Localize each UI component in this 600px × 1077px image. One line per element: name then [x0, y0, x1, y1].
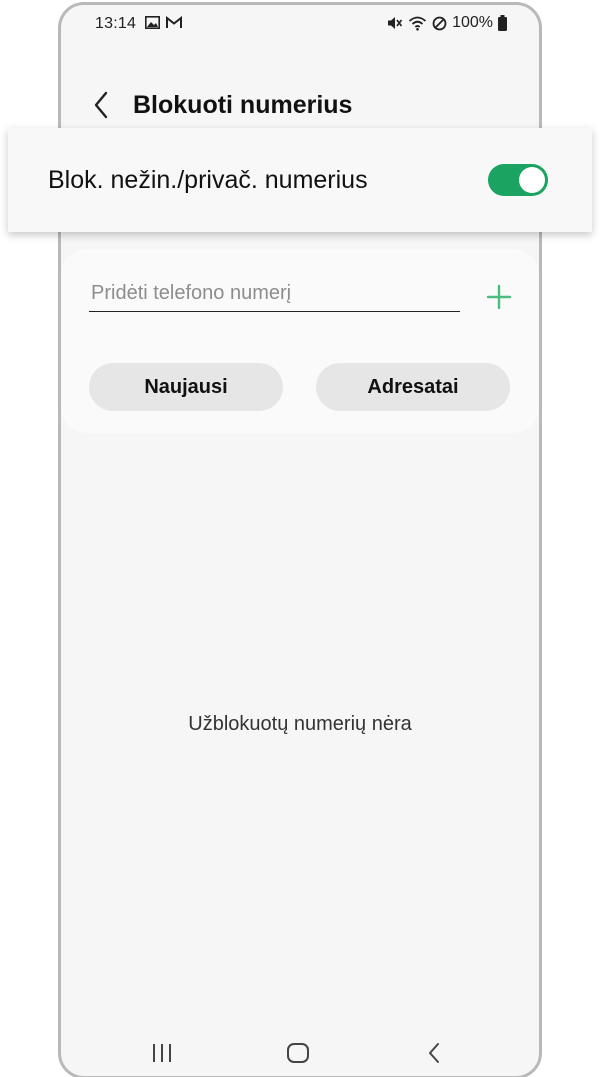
navigation-bar — [61, 1033, 539, 1073]
toggle-knob — [519, 167, 545, 193]
status-bar: 13:14 100% — [61, 5, 539, 45]
status-notification-icons — [145, 16, 182, 29]
plus-icon — [486, 284, 512, 310]
block-unknown-label: Blok. nežin./privač. numerius — [48, 166, 368, 194]
battery-icon — [498, 15, 507, 31]
recents-icon — [153, 1044, 171, 1062]
block-unknown-numbers-card: Blok. nežin./privač. numerius — [8, 128, 592, 232]
status-time: 13:14 — [95, 15, 137, 32]
wifi-icon — [408, 16, 427, 31]
back-icon — [429, 1043, 439, 1063]
status-system-icons: 100% — [386, 14, 507, 32]
home-icon — [287, 1043, 309, 1063]
nav-recents-button[interactable] — [147, 1039, 177, 1067]
contacts-button[interactable]: Adresatai — [316, 363, 510, 411]
gmail-icon — [166, 16, 182, 28]
no-disturb-icon — [432, 16, 447, 30]
phone-number-input[interactable] — [89, 275, 460, 312]
battery-percentage: 100% — [452, 14, 493, 31]
app-header: Blokuoti numerius — [61, 75, 539, 135]
page-title: Blokuoti numerius — [133, 91, 353, 119]
block-unknown-toggle[interactable] — [488, 164, 548, 196]
add-number-button[interactable] — [485, 283, 513, 311]
screenshot-canvas: 13:14 100% Blokuoti numerius Pridėti tel… — [0, 0, 600, 1077]
mute-icon — [388, 17, 403, 29]
nav-home-button[interactable] — [283, 1039, 313, 1067]
recent-button[interactable]: Naujausi — [89, 363, 283, 411]
gallery-icon — [145, 16, 160, 29]
chevron-left-icon — [94, 91, 108, 119]
empty-list-message: Užblokuotų numerių nėra — [188, 713, 412, 735]
back-button[interactable] — [87, 89, 115, 121]
add-number-card: Naujausi Adresatai — [61, 249, 539, 433]
nav-back-button[interactable] — [419, 1039, 449, 1067]
